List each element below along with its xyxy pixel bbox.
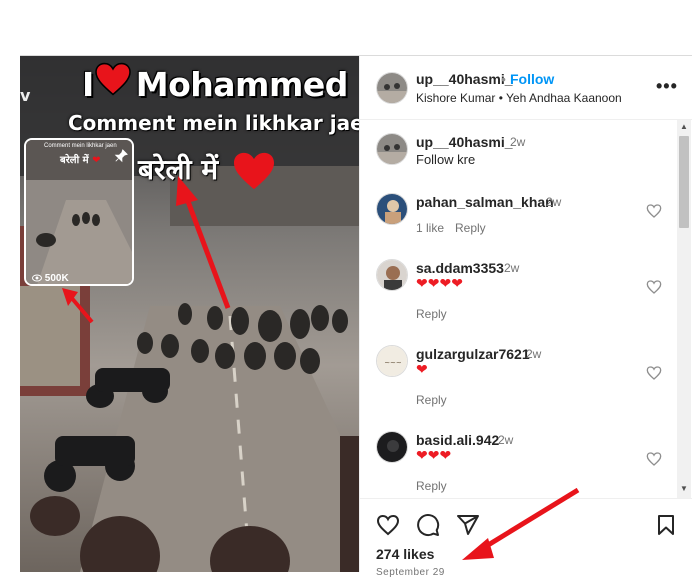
pip-views-count: 500K	[44, 273, 69, 284]
avatar[interactable]	[376, 72, 408, 104]
eye-icon	[32, 274, 42, 282]
comment-username[interactable]: pahan_salman_khan	[416, 194, 554, 210]
scroll-down-icon[interactable]: ▼	[680, 484, 688, 493]
heart-icon	[232, 151, 276, 191]
reply-button[interactable]: Reply	[416, 479, 447, 493]
comments-list: up__40hasmi_ 2w Follow kre pahan_salman_…	[360, 121, 692, 553]
follow-button[interactable]: Follow	[510, 71, 554, 87]
hindi-text: बरेली में	[138, 153, 219, 186]
comment-username[interactable]: basid.ali.942	[416, 432, 499, 448]
heart-icon[interactable]	[376, 513, 400, 537]
bookmark-icon[interactable]	[654, 513, 678, 537]
comment-username[interactable]: gulzargulzar7621	[416, 346, 530, 362]
pip-views: 500K	[32, 273, 69, 284]
more-icon[interactable]: •••	[656, 76, 678, 97]
headline-name: Mohammed	[135, 65, 349, 104]
post-date: September 29	[376, 567, 445, 578]
comment-time[interactable]: 2w	[498, 433, 513, 447]
comment-hearts: ❤❤❤	[416, 448, 452, 464]
separator-dot: •	[501, 71, 506, 87]
scroll-up-icon[interactable]: ▲	[680, 122, 688, 131]
post-panel: up__40hasmi_ • Follow Kishore Kumar • Ye…	[359, 56, 692, 578]
svg-text:~~~: ~~~	[384, 359, 402, 367]
pip-thumbnail[interactable]: Comment mein likhkar jaen बरेली में ❤ 50…	[24, 138, 134, 286]
headline-prefix: I	[82, 65, 94, 104]
heart-icon: ❤	[92, 155, 101, 166]
audio-track[interactable]: Kishore Kumar • Yeh Andhaa Kaanoon	[416, 91, 622, 105]
avatar[interactable]	[376, 133, 408, 165]
avatar[interactable]	[376, 193, 408, 225]
reply-button[interactable]: Reply	[416, 307, 447, 321]
post-header: up__40hasmi_ • Follow Kishore Kumar • Ye…	[360, 56, 692, 120]
avatar[interactable]: ~~~	[376, 345, 408, 377]
post-video[interactable]: I Mohammed Comment mein likhkar jaen बरेल…	[20, 56, 359, 572]
heart-icon[interactable]	[646, 451, 662, 467]
comments-scrollbar[interactable]: ▲ ▼	[677, 120, 691, 498]
comment-username[interactable]: up__40hasmi_	[416, 134, 513, 150]
video-subline: Comment mein likhkar jaen	[68, 111, 359, 135]
post-username[interactable]: up__40hasmi_	[416, 71, 513, 87]
pip-caption: Comment mein likhkar jaen	[44, 143, 117, 149]
comment-hearts: ❤	[416, 362, 428, 378]
heart-icon[interactable]	[646, 279, 662, 295]
comment-likes[interactable]: 1 like	[416, 221, 444, 235]
comment-icon[interactable]	[416, 513, 440, 537]
side-letter: v	[20, 86, 31, 105]
pip-hindi-text: बरेली में	[60, 155, 89, 166]
post-actions: 274 likes September 29	[360, 498, 692, 578]
heart-icon	[94, 62, 136, 96]
comment-time[interactable]: 2w	[504, 261, 519, 275]
heart-icon[interactable]	[646, 365, 662, 381]
video-headline: I Mohammed	[82, 62, 348, 104]
comment-hearts: ❤❤❤❤	[416, 276, 463, 292]
comment-time[interactable]: 2w	[546, 195, 561, 209]
comment-time[interactable]: 2w	[526, 347, 541, 361]
pip-hindi: बरेली में ❤	[60, 152, 101, 166]
reply-button[interactable]: Reply	[416, 393, 447, 407]
heart-icon[interactable]	[646, 203, 662, 219]
reply-button[interactable]: Reply	[455, 221, 486, 235]
share-icon[interactable]	[456, 513, 480, 537]
avatar[interactable]	[376, 431, 408, 463]
comment-text: Follow kre	[416, 152, 476, 167]
likes-count[interactable]: 274 likes	[376, 546, 434, 562]
video-hindi-caption: बरेली में	[138, 150, 276, 191]
scroll-thumb[interactable]	[679, 136, 689, 228]
avatar[interactable]	[376, 259, 408, 291]
comment-username[interactable]: sa.ddam3353	[416, 260, 504, 276]
comment-time[interactable]: 2w	[510, 135, 525, 149]
pin-icon[interactable]	[114, 149, 128, 163]
